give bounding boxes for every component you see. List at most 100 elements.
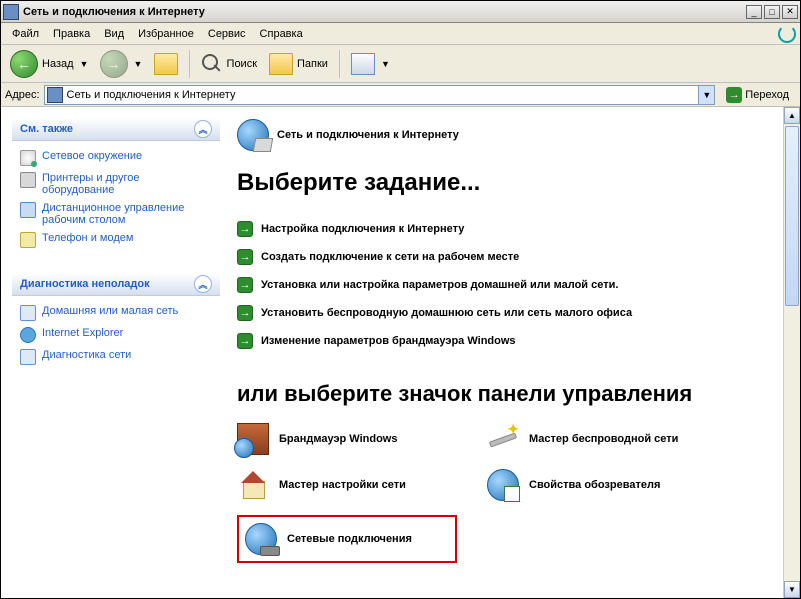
task-label: Установить беспроводную домашнюю сеть ил… xyxy=(261,307,632,319)
task-workplace-connection[interactable]: → Создать подключение к сети на рабочем … xyxy=(237,243,780,271)
scroll-down-button[interactable]: ▼ xyxy=(784,581,800,598)
chevron-up-icon[interactable]: ︽ xyxy=(194,120,212,138)
address-input[interactable]: Сеть и подключения к Интернету xyxy=(44,85,700,105)
sidebar-item-network-places[interactable]: Сетевое окружение xyxy=(20,147,212,169)
window-title: Сеть и подключения к Интернету xyxy=(23,6,205,18)
control-panel-grid: Брандмауэр Windows Мастер беспроводной с… xyxy=(237,423,780,563)
minimize-button[interactable]: _ xyxy=(746,5,762,19)
forward-icon: → xyxy=(100,50,128,78)
search-icon xyxy=(201,53,223,75)
menu-view[interactable]: Вид xyxy=(97,25,131,43)
search-label: Поиск xyxy=(227,58,257,70)
cp-item-wireless-wizard[interactable]: Мастер беспроводной сети xyxy=(487,423,707,455)
chevron-down-icon[interactable]: ▼ xyxy=(379,59,389,69)
panel-header[interactable]: См. также ︽ xyxy=(12,118,220,141)
address-bar: Адрес: Сеть и подключения к Интернету ▼ … xyxy=(1,83,800,107)
throbber-icon xyxy=(778,25,796,43)
panel-list: Домашняя или малая сеть Internet Explore… xyxy=(12,296,220,374)
back-button[interactable]: ← Назад ▼ xyxy=(5,47,93,81)
scroll-thumb[interactable] xyxy=(785,126,799,306)
heading-cp-icons: или выберите значок панели управления xyxy=(237,381,780,407)
menu-bar: Файл Правка Вид Избранное Сервис Справка xyxy=(1,23,800,45)
address-value: Сеть и подключения к Интернету xyxy=(67,89,236,101)
vertical-scrollbar[interactable]: ▲ ▼ xyxy=(783,107,800,598)
panel-header[interactable]: Диагностика неполадок ︽ xyxy=(12,273,220,296)
breadcrumb: Сеть и подключения к Интернету xyxy=(237,119,780,151)
views-button[interactable]: ▼ xyxy=(346,50,394,78)
go-arrow-icon: → xyxy=(726,87,742,103)
cp-item-network-connections[interactable]: Сетевые подключения xyxy=(237,515,457,563)
task-firewall[interactable]: → Изменение параметров брандмауэра Windo… xyxy=(237,327,780,355)
panel-list: Сетевое окружение Принтеры и другое обор… xyxy=(12,141,220,257)
network-diag-icon xyxy=(20,349,36,365)
address-label: Адрес: xyxy=(5,89,40,101)
address-dropdown[interactable]: ▼ xyxy=(699,85,715,105)
sidebar: См. также ︽ Сетевое окружение Принтеры и… xyxy=(1,107,231,598)
task-arrow-icon: → xyxy=(237,333,253,349)
menu-edit[interactable]: Правка xyxy=(46,25,97,43)
cp-item-label: Мастер настройки сети xyxy=(279,479,406,491)
back-icon: ← xyxy=(10,50,38,78)
folder-icon xyxy=(269,53,293,75)
network-connections-icon xyxy=(245,523,277,555)
task-home-network[interactable]: → Установка или настройка параметров дом… xyxy=(237,271,780,299)
home-network-icon xyxy=(20,305,36,321)
task-label: Настройка подключения к Интернету xyxy=(261,223,464,235)
sidebar-item-label: Сетевое окружение xyxy=(42,150,142,162)
toolbar: ← Назад ▼ → ▼ Поиск Папки ▼ xyxy=(1,45,800,83)
folders-button[interactable]: Папки xyxy=(264,50,333,78)
chevron-down-icon[interactable]: ▼ xyxy=(78,59,88,69)
panel-title: См. также xyxy=(20,123,73,135)
internet-options-icon xyxy=(487,469,519,501)
task-setup-internet[interactable]: → Настройка подключения к Интернету xyxy=(237,215,780,243)
toolbar-separator xyxy=(189,50,190,78)
phone-modem-icon xyxy=(20,232,36,248)
network-setup-wizard-icon xyxy=(237,469,269,501)
scroll-up-button[interactable]: ▲ xyxy=(784,107,800,124)
task-label: Создать подключение к сети на рабочем ме… xyxy=(261,251,519,263)
sidebar-item-network-diag[interactable]: Диагностика сети xyxy=(20,346,212,368)
address-icon xyxy=(47,87,63,103)
sidebar-item-label: Телефон и модем xyxy=(42,232,133,244)
task-arrow-icon: → xyxy=(237,221,253,237)
search-button[interactable]: Поиск xyxy=(196,50,262,78)
folder-up-icon xyxy=(154,53,178,75)
task-arrow-icon: → xyxy=(237,305,253,321)
menu-help[interactable]: Справка xyxy=(253,25,310,43)
printer-icon xyxy=(20,172,36,188)
views-icon xyxy=(351,53,375,75)
cp-item-firewall[interactable]: Брандмауэр Windows xyxy=(237,423,457,455)
menu-file[interactable]: Файл xyxy=(5,25,46,43)
sidebar-item-label: Internet Explorer xyxy=(42,327,123,339)
window-icon xyxy=(3,4,19,20)
menu-favorites[interactable]: Избранное xyxy=(131,25,201,43)
cp-item-internet-options[interactable]: Свойства обозревателя xyxy=(487,469,707,501)
sidebar-item-home-network[interactable]: Домашняя или малая сеть xyxy=(20,302,212,324)
panel-title: Диагностика неполадок xyxy=(20,278,150,290)
sidebar-item-remote-desktop[interactable]: Дистанционное управление рабочим столом xyxy=(20,199,212,229)
forward-button[interactable]: → ▼ xyxy=(95,47,147,81)
sidebar-item-printers[interactable]: Принтеры и другое оборудование xyxy=(20,169,212,199)
firewall-icon xyxy=(237,423,269,455)
task-label: Изменение параметров брандмауэра Windows xyxy=(261,335,516,347)
go-button[interactable]: → Переход xyxy=(719,84,796,106)
panel-troubleshoot: Диагностика неполадок ︽ Домашняя или мал… xyxy=(11,272,221,375)
task-wireless-network[interactable]: → Установить беспроводную домашнюю сеть … xyxy=(237,299,780,327)
chevron-up-icon[interactable]: ︽ xyxy=(194,275,212,293)
folders-label: Папки xyxy=(297,58,328,70)
breadcrumb-text: Сеть и подключения к Интернету xyxy=(277,129,459,141)
ie-icon xyxy=(20,327,36,343)
chevron-down-icon[interactable]: ▼ xyxy=(132,59,142,69)
task-arrow-icon: → xyxy=(237,277,253,293)
up-button[interactable] xyxy=(149,50,183,78)
content-area: См. также ︽ Сетевое окружение Принтеры и… xyxy=(1,107,800,598)
remote-desktop-icon xyxy=(20,202,36,218)
cp-item-network-setup-wizard[interactable]: Мастер настройки сети xyxy=(237,469,457,501)
sidebar-item-ie[interactable]: Internet Explorer xyxy=(20,324,212,346)
menu-tools[interactable]: Сервис xyxy=(201,25,253,43)
cp-item-label: Сетевые подключения xyxy=(287,533,412,545)
maximize-button[interactable]: □ xyxy=(764,5,780,19)
go-label: Переход xyxy=(745,89,789,101)
close-button[interactable]: ✕ xyxy=(782,5,798,19)
sidebar-item-phone-modem[interactable]: Телефон и модем xyxy=(20,229,212,251)
